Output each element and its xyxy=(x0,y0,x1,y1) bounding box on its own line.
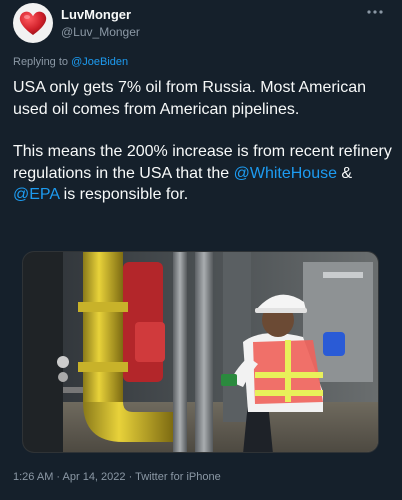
reply-context: Replying to @JoeBiden xyxy=(13,56,128,68)
reply-prefix: Replying to xyxy=(13,56,72,68)
more-options-icon[interactable] xyxy=(363,4,387,20)
mention-link-epa[interactable]: @EPA xyxy=(13,186,59,203)
tweet-paragraph-2: This means the 200% increase is from rec… xyxy=(13,141,393,206)
tweet-timestamp[interactable]: 1:26 AM · Apr 14, 2022 · Twitter for iPh… xyxy=(13,471,221,483)
reply-mention-link[interactable]: @JoeBiden xyxy=(71,56,128,68)
tweet-photo[interactable] xyxy=(22,251,379,453)
refinery-worker-photo xyxy=(23,252,378,452)
mention-link-whitehouse[interactable]: @WhiteHouse xyxy=(234,165,337,182)
user-handle[interactable]: @Luv_Monger xyxy=(61,25,140,39)
tweet-paragraph-1: USA only gets 7% oil from Russia. Most A… xyxy=(13,79,367,118)
heart-icon xyxy=(19,11,47,35)
tweet: LuvMonger @Luv_Monger Replying to @JoeBi… xyxy=(0,0,402,500)
tweet-text-segment: is responsible for. xyxy=(59,186,189,203)
display-name[interactable]: LuvMonger xyxy=(61,7,131,22)
tweet-text-segment: & xyxy=(336,164,353,182)
tweet-text: USA only gets 7% oil from Russia. Most A… xyxy=(13,77,393,206)
avatar[interactable] xyxy=(13,3,53,43)
